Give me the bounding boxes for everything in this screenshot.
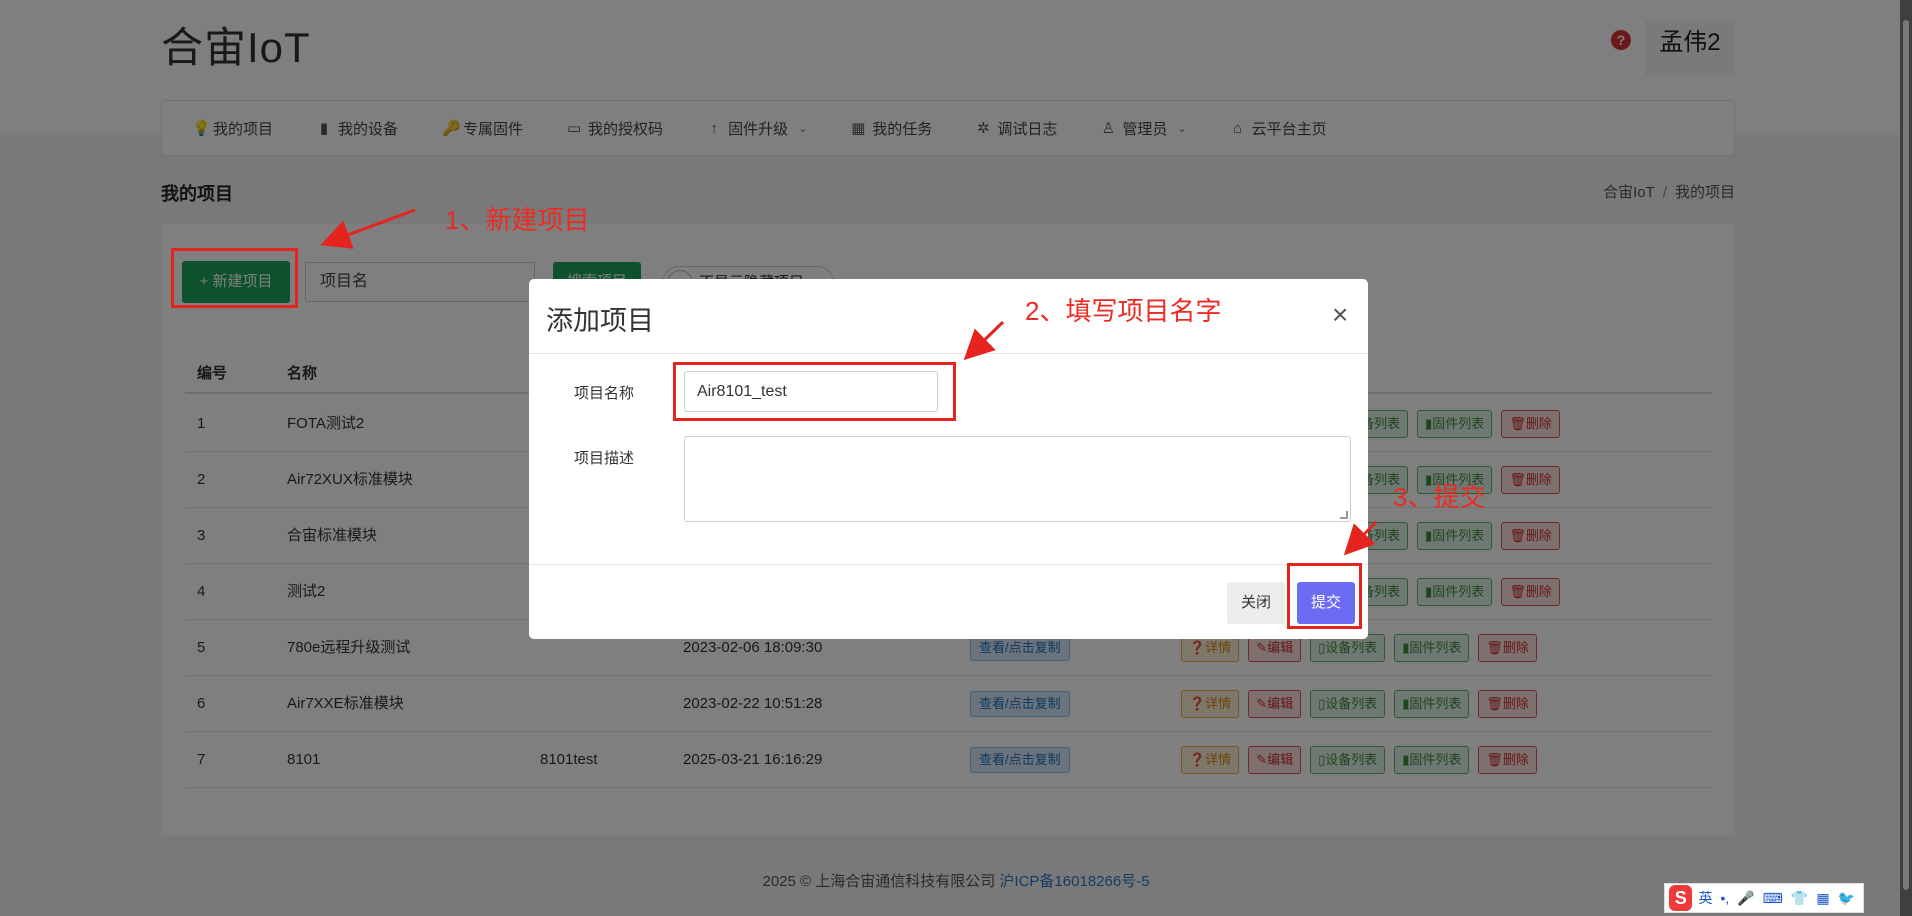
annotation-step1: 1、新建项目 xyxy=(445,205,590,235)
arrow-step1 xyxy=(320,208,416,249)
arrow-step2 xyxy=(963,320,1005,361)
ime-toolbar[interactable]: S 英 •, 🎤 ⌨ 👕 ▦ 🐦 xyxy=(1664,883,1864,913)
ime-grid-icon[interactable]: ▦ xyxy=(1816,890,1829,907)
ime-keyboard-icon[interactable]: ⌨ xyxy=(1763,890,1783,907)
ime-logo-icon[interactable]: S xyxy=(1669,885,1693,911)
ime-bird-icon[interactable]: 🐦 xyxy=(1838,890,1855,907)
scrollbar-thumb[interactable] xyxy=(1903,20,1909,890)
ime-lang[interactable]: 英 xyxy=(1698,888,1712,908)
arrow-step3 xyxy=(1343,520,1378,556)
ime-punct-icon[interactable]: •, xyxy=(1720,890,1729,906)
annotation-step3: 3、提交 xyxy=(1393,482,1486,512)
annotation-step2: 2、填写项目名字 xyxy=(1025,296,1222,326)
ime-mic-icon[interactable]: 🎤 xyxy=(1737,890,1754,907)
annotation-arrows xyxy=(320,208,1378,556)
ime-skin-icon[interactable]: 👕 xyxy=(1791,890,1808,907)
page-scrollbar[interactable] xyxy=(1900,0,1912,916)
